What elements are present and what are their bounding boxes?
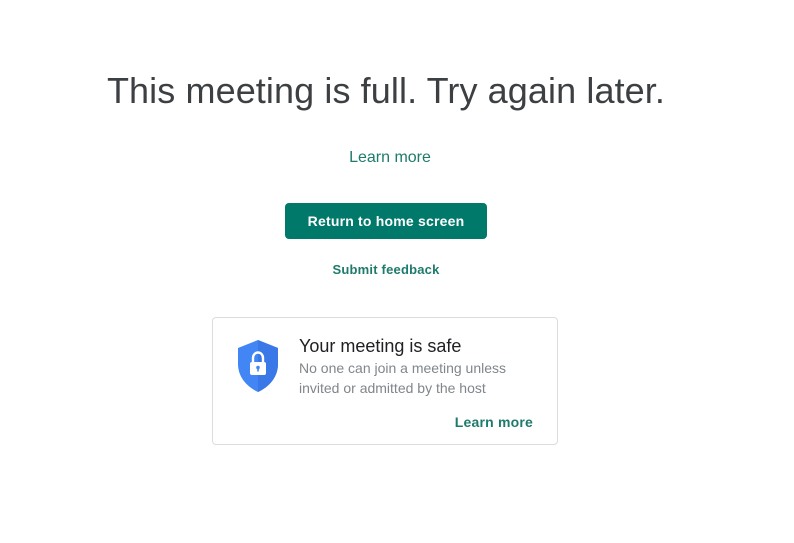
page-title: This meeting is full. Try again later. <box>106 70 666 111</box>
return-to-home-button[interactable]: Return to home screen <box>285 203 487 239</box>
submit-feedback-link[interactable]: Submit feedback <box>286 262 486 277</box>
safe-card-learn-more-link[interactable]: Learn more <box>455 414 533 430</box>
safe-card-title: Your meeting is safe <box>299 336 462 356</box>
learn-more-link[interactable]: Learn more <box>0 149 780 167</box>
shield-lock-icon <box>237 339 279 393</box>
meeting-full-page: This meeting is full. Try again later. L… <box>0 0 794 543</box>
meeting-safe-card: Your meeting is safe No one can join a m… <box>212 317 558 445</box>
safe-card-description: No one can join a meeting unless invited… <box>299 360 507 396</box>
